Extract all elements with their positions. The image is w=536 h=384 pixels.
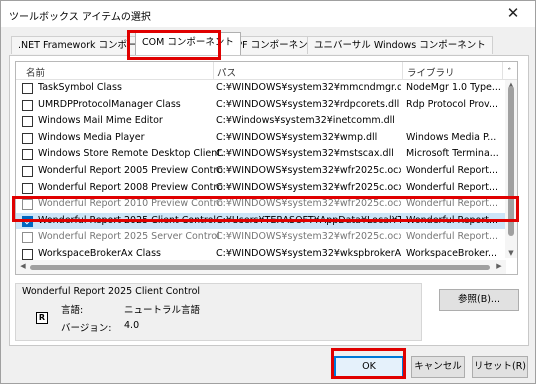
component-path: C:¥Users¥TERASOFT¥AppData¥Local¥TER... xyxy=(216,214,401,226)
checkbox[interactable] xyxy=(22,83,33,94)
component-path: C:¥WINDOWS¥system32¥wfr2025c.ocx xyxy=(216,198,401,210)
component-library: Wonderful Report... xyxy=(406,181,499,193)
scroll-down-icon[interactable]: ▼ xyxy=(505,249,517,257)
component-icon: R xyxy=(36,312,48,324)
component-path: C:¥WINDOWS¥system32¥wfr2025c.ocx xyxy=(216,231,401,243)
component-path: C:¥WINDOWS¥system32¥wkspbrokerAx.dll xyxy=(216,247,401,259)
component-library: Windows Media P... xyxy=(406,131,497,143)
checkbox[interactable] xyxy=(22,248,33,260)
component-name: Windows Store Remote Desktop Client... xyxy=(38,148,223,160)
column-separator xyxy=(402,62,403,80)
list-item[interactable]: Wonderful Report 2025 Server Control C:¥W… xyxy=(16,229,512,246)
component-name: Windows Media Player xyxy=(38,131,145,143)
vertical-scrollbar[interactable]: ▲ ▼ xyxy=(505,80,517,258)
column-separator xyxy=(502,62,503,80)
component-info-group: Wonderful Report 2025 Client Control R 言… xyxy=(15,283,422,341)
component-library: WorkspaceBroker... xyxy=(406,247,498,259)
dialog-title: ツールボックス アイテムの選択 xyxy=(9,12,151,23)
browse-button[interactable]: 参照(B)... xyxy=(439,289,519,311)
list-item[interactable]: Wonderful Report 2025 Client Control C:¥U… xyxy=(16,212,512,230)
component-name: Wonderful Report 2025 Client Control xyxy=(38,214,217,226)
list-item[interactable]: Wonderful Report 2005 Preview Control C:¥… xyxy=(16,163,512,180)
list-item[interactable]: Wonderful Report 2010 Preview Control C:¥… xyxy=(16,196,512,213)
component-path: C:¥WINDOWS¥system32¥mstscax.dll xyxy=(216,148,394,160)
tab-universal-windows[interactable]: ユニバーサル Windows コンポーネント xyxy=(307,36,493,54)
component-path: C:¥Windows¥system32¥inetcomm.dll xyxy=(216,115,395,127)
checkbox[interactable] xyxy=(22,165,33,177)
component-library: Wonderful Report... xyxy=(406,231,499,243)
list-item[interactable]: Windows Mail Mime Editor C:¥Windows¥syste… xyxy=(16,113,512,130)
component-name: UMRDPProtocolManager Class xyxy=(38,98,181,110)
column-separator xyxy=(213,62,214,80)
component-path: C:¥WINDOWS¥system32¥mmcndmgr.dll xyxy=(216,82,401,93)
list-header: 名前 パス ライブラリ ﾞ xyxy=(16,62,517,80)
ok-button[interactable]: OK xyxy=(334,356,404,378)
component-library: Wonderful Report... xyxy=(406,214,499,226)
component-name: Wonderful Report 2005 Preview Control xyxy=(38,164,223,176)
checkbox[interactable] xyxy=(22,215,33,227)
vertical-scroll-thumb[interactable] xyxy=(508,86,514,236)
component-name: Wonderful Report 2010 Preview Control xyxy=(38,198,223,210)
language-label: 言語: xyxy=(61,305,84,316)
component-path: C:¥WINDOWS¥system32¥wfr2025c.ocx xyxy=(216,181,401,193)
title-bar: ツールボックス アイテムの選択 ✕ xyxy=(1,1,535,27)
checkbox[interactable] xyxy=(22,99,33,111)
checkbox[interactable] xyxy=(22,116,33,128)
column-header-library[interactable]: ライブラリ xyxy=(407,65,455,79)
component-name: TaskSymbol Class xyxy=(38,82,122,93)
checkbox[interactable] xyxy=(22,149,33,161)
column-header-name[interactable]: 名前 xyxy=(26,65,45,79)
cancel-button[interactable]: キャンセル xyxy=(411,356,465,378)
close-icon[interactable]: ✕ xyxy=(491,1,535,27)
checkbox[interactable] xyxy=(22,232,33,244)
checkbox[interactable] xyxy=(22,182,33,194)
reset-button[interactable]: リセット(R) xyxy=(472,356,528,378)
component-path: C:¥WINDOWS¥system32¥wmp.dll xyxy=(216,131,378,143)
component-name: Wonderful Report 2008 Preview Control xyxy=(38,181,223,193)
scroll-right-icon[interactable]: ▶ xyxy=(493,262,505,270)
component-library: NodeMgr 1.0 Type... xyxy=(406,82,501,93)
column-header-extra[interactable]: ﾞ xyxy=(508,65,513,79)
checkbox[interactable] xyxy=(22,132,33,144)
horizontal-scrollbar[interactable]: ◀ ▶ xyxy=(16,260,506,274)
list-item[interactable]: Wonderful Report 2008 Preview Control C:¥… xyxy=(16,180,512,197)
checkbox[interactable] xyxy=(22,199,33,211)
list-item[interactable]: Windows Store Remote Desktop Client... C:… xyxy=(16,146,512,163)
list-item[interactable]: TaskSymbol Class C:¥WINDOWS¥system32¥mmcn… xyxy=(16,80,512,97)
component-library: Microsoft Termina... xyxy=(406,148,499,160)
tab-strip: .NET Framework コンポーネント COM コンポーネント WPF コ… xyxy=(9,32,529,56)
version-value: 4.0 xyxy=(124,320,140,331)
component-name: WorkspaceBrokerAx Class xyxy=(38,247,161,259)
info-component-name: Wonderful Report 2025 Client Control xyxy=(22,286,201,297)
choose-toolbox-items-dialog: ツールボックス アイテムの選択 ✕ .NET Framework コンポーネント… xyxy=(0,0,536,384)
component-name: Windows Mail Mime Editor xyxy=(38,115,163,127)
component-path: C:¥WINDOWS¥system32¥wfr2025c.ocx xyxy=(216,164,401,176)
scroll-left-icon[interactable]: ◀ xyxy=(17,262,29,270)
language-value: ニュートラル言語 xyxy=(124,305,201,316)
component-library: Wonderful Report... xyxy=(406,164,499,176)
component-name: Wonderful Report 2025 Server Control xyxy=(38,231,220,243)
list-item[interactable]: UMRDPProtocolManager Class C:¥WINDOWS¥sys… xyxy=(16,97,512,114)
horizontal-scroll-thumb[interactable] xyxy=(30,265,490,270)
component-list[interactable]: 名前 パス ライブラリ ﾞ TaskSymbol Class C:¥WINDOWS… xyxy=(15,61,518,275)
list-item[interactable]: Windows Media Player C:¥WINDOWS¥system32¥… xyxy=(16,130,512,147)
component-library: Wonderful Report... xyxy=(406,198,499,210)
component-library: Rdp Protocol Prov... xyxy=(406,98,498,110)
version-label: バージョン: xyxy=(61,323,112,334)
list-rows: TaskSymbol Class C:¥WINDOWS¥system32¥mmcn… xyxy=(16,80,512,260)
column-header-path[interactable]: パス xyxy=(217,65,236,79)
tab-com[interactable]: COM コンポーネント xyxy=(135,32,241,55)
component-path: C:¥WINDOWS¥system32¥rdpcorets.dll xyxy=(216,98,400,110)
